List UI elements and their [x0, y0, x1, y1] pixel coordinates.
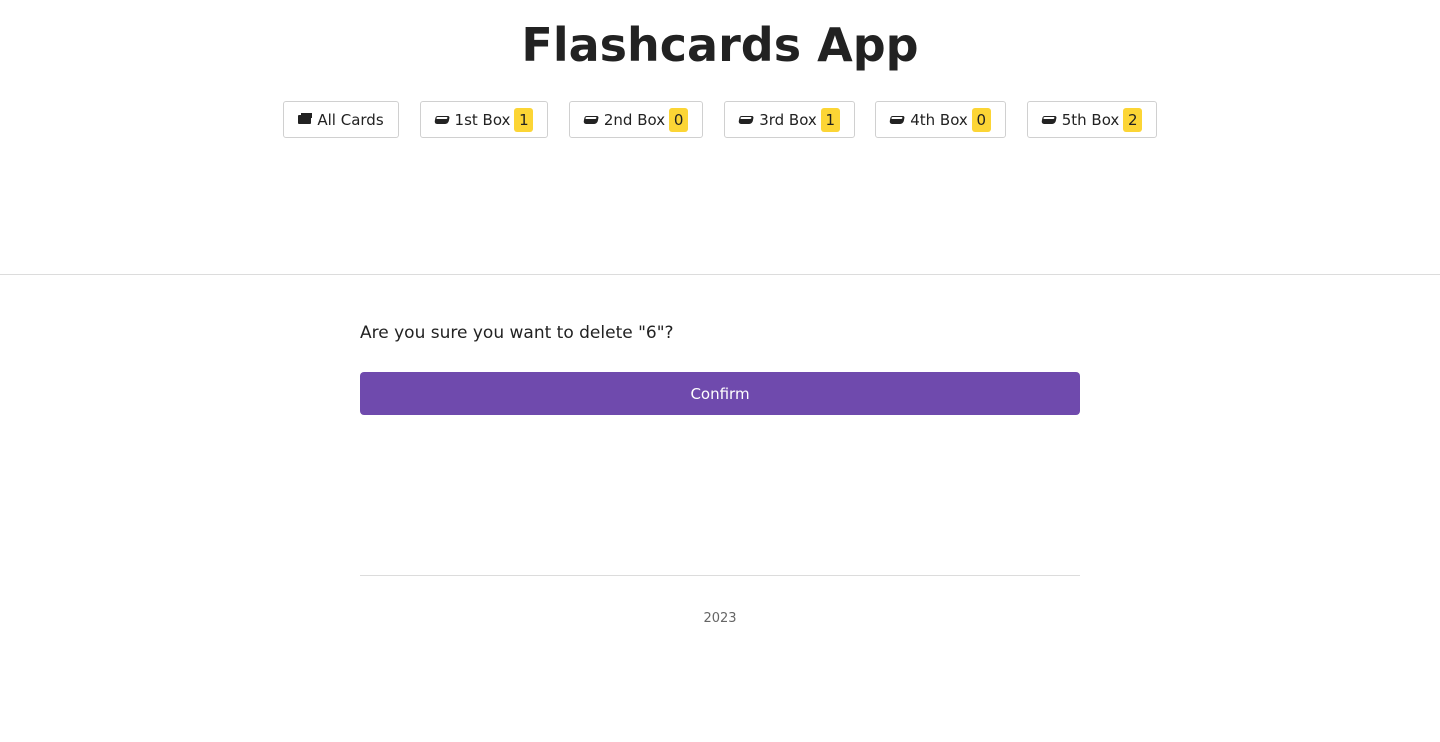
box-icon — [433, 115, 450, 124]
nav-box-2-button[interactable]: 2nd Box 0 — [569, 101, 703, 138]
count-badge: 2 — [1123, 107, 1143, 132]
box-icon — [889, 115, 906, 124]
confirm-button[interactable]: Confirm — [360, 372, 1080, 415]
count-badge: 0 — [669, 107, 689, 132]
header-divider — [0, 274, 1440, 275]
footer-year: 2023 — [703, 611, 737, 626]
nav-label: 5th Box — [1061, 110, 1120, 129]
count-badge: 1 — [514, 107, 534, 132]
nav-label: All Cards — [317, 110, 384, 129]
nav-label: 3rd Box — [759, 110, 817, 129]
nav-label: 1st Box — [454, 110, 511, 129]
nav-box-4-button[interactable]: 4th Box 0 — [875, 101, 1006, 138]
count-badge: 1 — [820, 107, 840, 132]
box-icon — [738, 115, 755, 124]
delete-confirmation-text: Are you sure you want to delete "6"? — [360, 323, 674, 343]
nav-box-3-button[interactable]: 3rd Box 1 — [724, 101, 855, 138]
nav-box-5-button[interactable]: 5th Box 2 — [1027, 101, 1157, 138]
nav-label: 2nd Box — [603, 110, 666, 129]
nav-box-1-button[interactable]: 1st Box 1 — [420, 101, 548, 138]
header: Flashcards App All Cards 1st Box 1 2nd B… — [0, 0, 1440, 274]
box-icon — [1040, 115, 1057, 124]
footer-divider — [360, 575, 1080, 576]
count-badge: 0 — [971, 107, 991, 132]
box-icon — [583, 115, 599, 124]
page-title: Flashcards App — [521, 18, 919, 72]
cards-icon — [298, 113, 313, 124]
nav-all-cards-button[interactable]: All Cards — [283, 101, 399, 138]
nav-label: 4th Box — [910, 110, 968, 129]
